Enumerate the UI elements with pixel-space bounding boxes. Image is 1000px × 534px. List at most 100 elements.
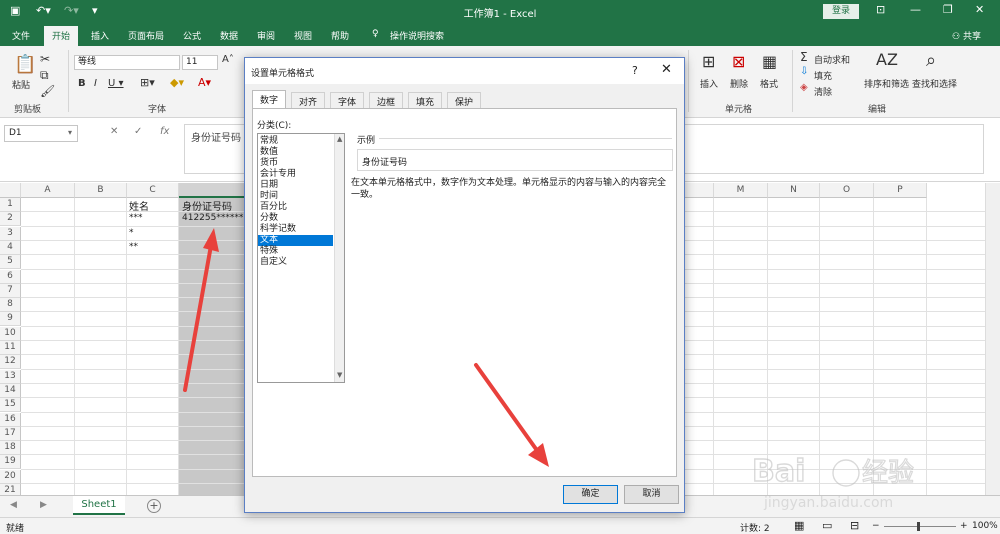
prev-sheet-icon[interactable]: ◀ bbox=[10, 500, 17, 510]
scroll-up-icon[interactable]: ▲ bbox=[337, 135, 342, 143]
tab-border[interactable]: 边框 bbox=[369, 92, 404, 109]
font-name-select[interactable]: 等线 bbox=[74, 55, 180, 70]
column-header[interactable]: A bbox=[21, 183, 75, 198]
select-all-corner[interactable] bbox=[0, 183, 21, 198]
name-box-dropdown-icon[interactable]: ▾ bbox=[68, 128, 72, 137]
sort-filter-button[interactable]: 排序和筛选 bbox=[864, 77, 909, 90]
format-painter-icon[interactable]: 🖌 bbox=[40, 84, 55, 98]
bold-icon[interactable]: B bbox=[78, 78, 86, 89]
row-header[interactable]: 16 bbox=[0, 412, 21, 427]
category-general[interactable]: 常规 bbox=[258, 136, 333, 147]
format-cells-icon[interactable]: ▦ bbox=[762, 52, 777, 71]
zoom-slider-thumb[interactable] bbox=[917, 522, 920, 531]
row-header[interactable]: 10 bbox=[0, 326, 21, 341]
insert-function-button[interactable]: fx bbox=[160, 126, 169, 137]
category-percentage[interactable]: 百分比 bbox=[258, 202, 333, 213]
italic-icon[interactable]: I bbox=[94, 78, 97, 89]
share-button[interactable]: ⚇ 共享 bbox=[952, 29, 981, 42]
row-header[interactable]: 5 bbox=[0, 255, 21, 270]
row-header[interactable]: 11 bbox=[0, 341, 21, 355]
cell-c1[interactable]: 姓名 bbox=[129, 198, 149, 213]
confirm-entry-icon[interactable]: ✓ bbox=[134, 126, 142, 137]
delete-cells-button[interactable]: 删除 bbox=[730, 77, 748, 90]
autosum-icon[interactable]: Σ bbox=[800, 50, 808, 64]
close-window-icon[interactable]: ✕ bbox=[975, 3, 984, 16]
tab-view[interactable]: 视图 bbox=[294, 29, 312, 42]
eraser-icon[interactable]: ◈ bbox=[800, 82, 808, 93]
tab-help[interactable]: 帮助 bbox=[331, 29, 349, 42]
row-header[interactable]: 6 bbox=[0, 269, 21, 284]
login-button[interactable]: 登录 bbox=[823, 4, 859, 19]
close-dialog-icon[interactable]: ✕ bbox=[661, 62, 672, 77]
cell-d2[interactable]: 412255****** bbox=[182, 213, 243, 223]
fill-color-icon[interactable]: ◆▾ bbox=[170, 76, 184, 89]
column-header[interactable]: P bbox=[874, 183, 927, 198]
scroll-down-icon[interactable]: ▼ bbox=[337, 371, 342, 379]
zoom-slider-track[interactable] bbox=[884, 526, 956, 527]
column-header[interactable]: M bbox=[714, 183, 768, 198]
sort-filter-icon[interactable]: AZ bbox=[876, 50, 898, 69]
page-layout-view-icon[interactable]: ▭ bbox=[822, 519, 832, 532]
autosum-button[interactable]: 自动求和 bbox=[814, 53, 850, 66]
row-header[interactable]: 7 bbox=[0, 283, 21, 298]
cancel-entry-icon[interactable]: ✕ bbox=[110, 126, 118, 137]
delete-cells-icon[interactable]: ⊠ bbox=[732, 52, 745, 71]
cell-c3[interactable]: * bbox=[129, 228, 134, 238]
category-special[interactable]: 特殊 bbox=[258, 246, 333, 257]
add-sheet-icon[interactable]: + bbox=[147, 499, 161, 513]
category-number[interactable]: 数值 bbox=[258, 147, 333, 158]
copy-icon[interactable]: ⧉ bbox=[40, 68, 49, 83]
column-header[interactable]: C bbox=[127, 183, 179, 198]
normal-view-icon[interactable]: ▦ bbox=[794, 519, 804, 532]
row-header[interactable]: 8 bbox=[0, 298, 21, 313]
category-date[interactable]: 日期 bbox=[258, 180, 333, 191]
zoom-out-icon[interactable]: − bbox=[872, 521, 880, 531]
row-header[interactable]: 3 bbox=[0, 226, 21, 241]
tab-font[interactable]: 字体 bbox=[330, 92, 365, 109]
sheet-tab-sheet1[interactable]: Sheet1 bbox=[73, 496, 125, 515]
row-header[interactable]: 14 bbox=[0, 383, 21, 398]
paste-icon[interactable]: 📋 bbox=[14, 54, 36, 75]
tab-file[interactable]: 文件 bbox=[12, 29, 30, 42]
insert-cells-button[interactable]: 插入 bbox=[700, 77, 718, 90]
row-header[interactable]: 19 bbox=[0, 455, 21, 470]
cell-d1[interactable]: 身份证号码 bbox=[182, 198, 232, 213]
tab-fill[interactable]: 填充 bbox=[408, 92, 443, 109]
category-custom[interactable]: 自定义 bbox=[258, 257, 333, 268]
category-time[interactable]: 时间 bbox=[258, 191, 333, 202]
category-scientific[interactable]: 科学记数 bbox=[258, 224, 333, 235]
row-header[interactable]: 1 bbox=[0, 198, 21, 212]
row-header[interactable]: 20 bbox=[0, 469, 21, 484]
row-header[interactable]: 13 bbox=[0, 369, 21, 384]
underline-icon[interactable]: U ▾ bbox=[108, 78, 124, 89]
clear-button[interactable]: 清除 bbox=[814, 85, 832, 98]
row-header[interactable]: 12 bbox=[0, 355, 21, 370]
ribbon-display-options-icon[interactable]: ⊡ bbox=[876, 3, 885, 16]
cell-c4[interactable]: ** bbox=[129, 242, 138, 252]
row-header[interactable]: 9 bbox=[0, 312, 21, 327]
borders-icon[interactable]: ⊞▾ bbox=[140, 76, 155, 89]
zoom-in-icon[interactable]: + bbox=[960, 521, 968, 531]
insert-cells-icon[interactable]: ⊞ bbox=[702, 52, 715, 71]
next-sheet-icon[interactable]: ▶ bbox=[40, 500, 47, 510]
column-header[interactable] bbox=[179, 183, 245, 198]
name-box[interactable]: D1 bbox=[4, 125, 78, 142]
tab-page-layout[interactable]: 页面布局 bbox=[128, 29, 164, 42]
increase-font-icon[interactable]: A˄ bbox=[222, 54, 234, 65]
tab-review[interactable]: 审阅 bbox=[257, 29, 275, 42]
row-header[interactable]: 18 bbox=[0, 441, 21, 456]
tab-alignment[interactable]: 对齐 bbox=[291, 92, 326, 109]
column-header[interactable]: N bbox=[768, 183, 820, 198]
restore-icon[interactable]: ❐ bbox=[943, 3, 953, 16]
cut-icon[interactable]: ✂ bbox=[40, 52, 50, 66]
page-break-view-icon[interactable]: ⊟ bbox=[850, 519, 859, 532]
tab-home[interactable]: 开始 bbox=[44, 26, 79, 46]
category-fraction[interactable]: 分数 bbox=[258, 213, 333, 224]
category-currency[interactable]: 货币 bbox=[258, 158, 333, 169]
vertical-scrollbar[interactable] bbox=[985, 183, 1000, 495]
row-header[interactable]: 17 bbox=[0, 426, 21, 441]
row-header[interactable]: 2 bbox=[0, 212, 21, 227]
row-header[interactable]: 15 bbox=[0, 398, 21, 413]
format-cells-button[interactable]: 格式 bbox=[760, 77, 778, 90]
category-text[interactable]: 文本 bbox=[258, 235, 333, 246]
